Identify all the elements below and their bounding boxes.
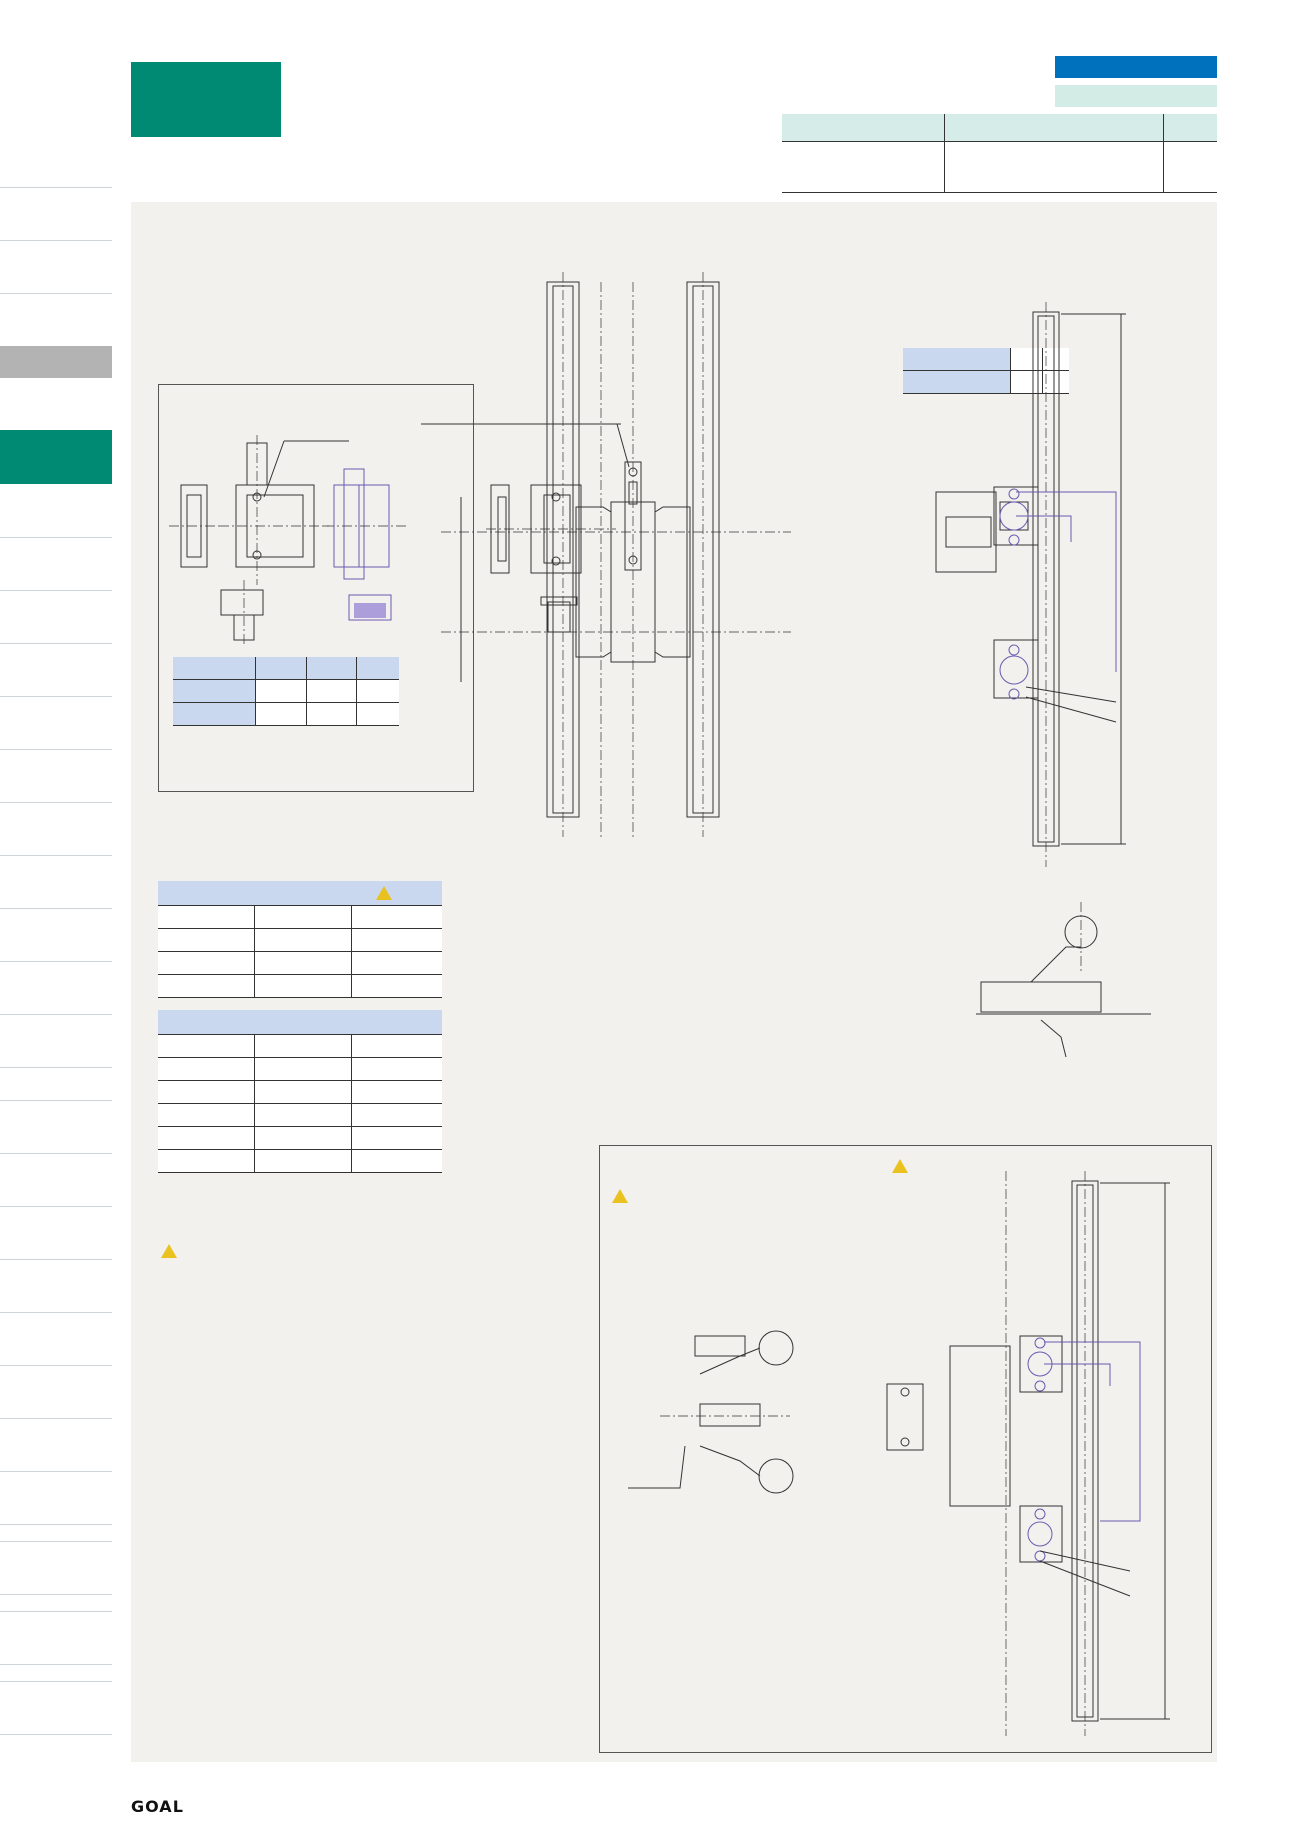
side-nav-divider bbox=[0, 1611, 112, 1612]
side-nav-divider bbox=[0, 802, 112, 803]
warning-icon bbox=[161, 1244, 177, 1258]
side-nav-divider bbox=[0, 1014, 112, 1015]
caution-table bbox=[158, 881, 442, 998]
side-nav-item-active[interactable] bbox=[0, 430, 112, 484]
side-nav-divider bbox=[0, 1524, 112, 1525]
side-nav-divider bbox=[0, 1259, 112, 1260]
category-tag bbox=[1055, 56, 1217, 78]
side-nav-divider bbox=[0, 1365, 112, 1366]
side-nav-divider bbox=[0, 1153, 112, 1154]
side-nav-divider bbox=[0, 590, 112, 591]
side-nav-divider bbox=[0, 1681, 112, 1682]
page-title-block bbox=[131, 62, 281, 137]
side-nav-divider bbox=[0, 1471, 112, 1472]
side-nav-divider bbox=[0, 1734, 112, 1735]
side-nav-divider bbox=[0, 1312, 112, 1313]
side-nav-divider bbox=[0, 1206, 112, 1207]
installation-drawing bbox=[628, 1171, 1170, 1736]
strike-dimension-table bbox=[173, 657, 399, 726]
installation-detail-box bbox=[599, 1145, 1212, 1753]
spec-table bbox=[782, 114, 1217, 193]
side-nav-divider bbox=[0, 240, 112, 241]
side-nav-divider bbox=[0, 293, 112, 294]
side-nav-divider bbox=[0, 187, 112, 188]
side-nav-divider bbox=[0, 1067, 112, 1068]
content-panel bbox=[131, 202, 1217, 1762]
side-nav-divider bbox=[0, 961, 112, 962]
side-nav-divider bbox=[0, 537, 112, 538]
side-nav-divider bbox=[0, 696, 112, 697]
subcategory-tag bbox=[1055, 85, 1217, 107]
side-nav-divider bbox=[0, 1594, 112, 1595]
handle-section-drawing bbox=[976, 902, 1151, 1058]
side-nav-divider bbox=[0, 643, 112, 644]
side-nav-divider bbox=[0, 1664, 112, 1665]
side-nav-divider bbox=[0, 1541, 112, 1542]
side-nav-divider bbox=[0, 855, 112, 856]
side-nav-divider bbox=[0, 1418, 112, 1419]
lock-case-drawing bbox=[486, 484, 616, 633]
option-table bbox=[158, 1010, 442, 1173]
side-nav-divider bbox=[0, 908, 112, 909]
warning-icon bbox=[376, 885, 392, 900]
handle-side-elevation-drawing bbox=[935, 302, 1126, 867]
side-nav-divider bbox=[0, 1100, 112, 1101]
side-nav-item-gray[interactable] bbox=[0, 346, 112, 378]
brand-logo: GOAL bbox=[131, 1797, 184, 1816]
side-nav-divider bbox=[0, 749, 112, 750]
